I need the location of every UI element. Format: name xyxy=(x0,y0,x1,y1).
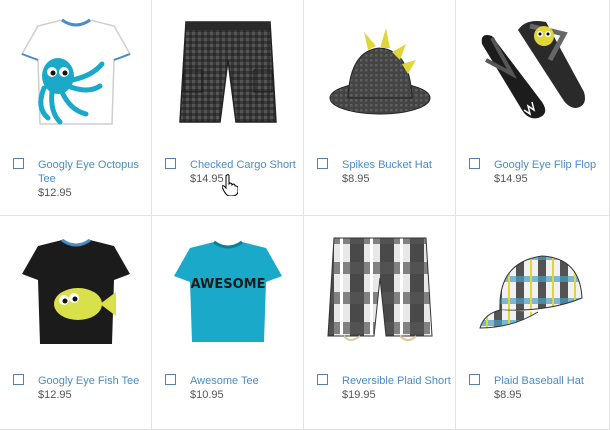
product-price: $10.95 xyxy=(190,389,224,401)
product-name-link[interactable]: Awesome Tee xyxy=(190,374,300,388)
bucket-hat-image[interactable] xyxy=(320,14,440,134)
plaid-short-image[interactable] xyxy=(320,232,440,352)
flip-flop-image[interactable] xyxy=(472,14,592,134)
product-card[interactable]: Googly Eye Flip Flop $14.95 xyxy=(456,0,610,216)
compare-checkbox[interactable] xyxy=(317,374,328,385)
product-card[interactable]: Googly Eye Fish Tee $12.95 xyxy=(0,216,152,430)
product-card[interactable]: AWESOME Awesome Tee $10.95 xyxy=(152,216,304,430)
compare-checkbox[interactable] xyxy=(165,374,176,385)
awesome-tee-image[interactable]: AWESOME xyxy=(168,232,288,352)
product-card[interactable]: Googly Eye Octopus Tee $12.95 xyxy=(0,0,152,216)
compare-checkbox[interactable] xyxy=(13,158,24,169)
product-card[interactable]: Plaid Baseball Hat $8.95 xyxy=(456,216,610,430)
compare-checkbox[interactable] xyxy=(469,374,480,385)
product-price: $14.95 xyxy=(190,173,224,185)
product-price: $12.95 xyxy=(38,187,72,199)
product-name-link[interactable]: Plaid Baseball Hat xyxy=(494,374,604,388)
product-name-link[interactable]: Googly Eye Fish Tee xyxy=(38,374,148,388)
product-name-link[interactable]: Checked Cargo Short xyxy=(190,158,300,172)
cargo-short-image[interactable] xyxy=(168,14,288,134)
product-name-link[interactable]: Spikes Bucket Hat xyxy=(342,158,452,172)
product-price: $8.95 xyxy=(342,173,370,185)
hand-cursor-icon xyxy=(222,174,238,196)
product-name-link[interactable]: Googly Eye Octopus Tee xyxy=(38,158,148,186)
compare-checkbox[interactable] xyxy=(165,158,176,169)
product-name-link[interactable]: Reversible Plaid Short xyxy=(342,374,452,388)
product-price: $12.95 xyxy=(38,389,72,401)
product-name-link[interactable]: Googly Eye Flip Flop xyxy=(494,158,604,172)
compare-checkbox[interactable] xyxy=(317,158,328,169)
product-price: $19.95 xyxy=(342,389,376,401)
fish-tee-image[interactable] xyxy=(16,232,136,352)
octopus-tee-image[interactable] xyxy=(16,14,136,134)
compare-checkbox[interactable] xyxy=(13,374,24,385)
product-grid: Googly Eye Octopus Tee $12.95 Checked Ca… xyxy=(0,0,610,430)
compare-checkbox[interactable] xyxy=(469,158,480,169)
product-price: $8.95 xyxy=(494,389,522,401)
baseball-hat-image[interactable] xyxy=(472,232,592,352)
product-card[interactable]: Spikes Bucket Hat $8.95 xyxy=(304,0,456,216)
awesome-print: AWESOME xyxy=(191,277,266,292)
product-card[interactable]: Reversible Plaid Short $19.95 xyxy=(304,216,456,430)
product-price: $14.95 xyxy=(494,173,528,185)
